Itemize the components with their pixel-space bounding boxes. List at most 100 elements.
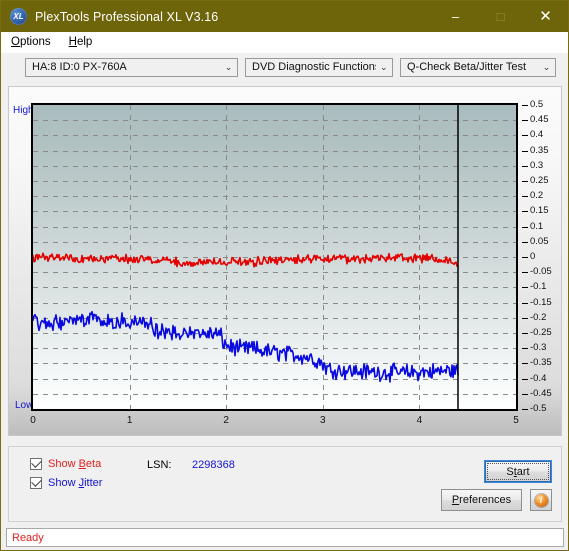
start-button[interactable]: St art xyxy=(484,460,552,483)
selector-toolbar: HA:8 ID:0 PX-760A ⌄ DVD Diagnostic Funct… xyxy=(1,53,568,81)
test-select[interactable]: Q-Check Beta/Jitter Test ⌄ xyxy=(400,57,556,77)
y-axis-tick-label: -0.45 xyxy=(530,387,552,399)
show-beta-label-post: eta xyxy=(85,458,102,470)
check-icon xyxy=(30,476,42,487)
lsn-value: 2298368 xyxy=(192,459,235,471)
minimize-icon[interactable]: – xyxy=(433,1,478,32)
preferences-button[interactable]: Preferences xyxy=(441,489,522,511)
y-axis-tick-mark xyxy=(522,120,528,122)
y-axis-tick-mark xyxy=(522,105,528,106)
y-axis-tick-label: 0 xyxy=(530,251,536,262)
y-axis-tick-label: 0.5 xyxy=(530,99,544,110)
xl-app-icon: XL xyxy=(10,8,27,25)
status-bar: Ready xyxy=(6,528,564,547)
y-axis-tick-mark xyxy=(522,409,528,410)
show-jitter-label-pre: Show xyxy=(48,477,79,489)
controls-panel: Show Beta Show Jitter LSN: 2298368 St art… xyxy=(8,446,562,522)
show-jitter-checkbox[interactable] xyxy=(30,476,42,489)
show-jitter-row[interactable]: Show Jitter xyxy=(30,476,103,489)
start-button-post: art xyxy=(516,465,530,478)
y-axis-tick-label: 0.15 xyxy=(530,205,549,217)
show-jitter-label-post: itter xyxy=(84,477,103,489)
y-axis-tick-label: 0.35 xyxy=(530,144,549,156)
y-axis-tick-label: 0.4 xyxy=(530,129,544,141)
y-axis-tick-label: -0.05 xyxy=(530,266,552,278)
y-axis-tick-mark xyxy=(522,196,528,198)
drive-select[interactable]: HA:8 ID:0 PX-760A ⌄ xyxy=(25,57,238,77)
x-axis-tick-label: 2 xyxy=(223,415,229,426)
y-axis-tick-mark xyxy=(522,211,528,213)
x-axis-tick-label: 3 xyxy=(320,415,326,426)
chart-panel: High Low 0.5 0.45 0.4 0.35 0.3 0.25 0.2 0.15 0.1… xyxy=(8,86,562,436)
y-axis-tick-mark xyxy=(522,165,528,167)
y-axis-tick-mark xyxy=(522,272,528,274)
y-axis-tick-mark xyxy=(522,287,528,289)
plot-area[interactable] xyxy=(31,103,518,411)
start-button-inner: St art xyxy=(487,463,549,480)
show-beta-label-pre: Show xyxy=(48,458,79,470)
x-axis-tick-label: 1 xyxy=(126,415,133,426)
y-axis-tick-label: -0.15 xyxy=(530,296,552,308)
show-beta-label-mnemonic: B xyxy=(78,458,86,470)
chevron-down-icon[interactable]: ⌄ xyxy=(220,59,237,76)
y-axis-tick-label: 0.05 xyxy=(530,235,549,247)
y-axis-tick-label: -0.3 xyxy=(530,342,547,354)
menu-item-options-rest: ptions xyxy=(19,36,51,48)
y-axis-tick-mark xyxy=(522,317,528,319)
x-axis-tick-label: 4 xyxy=(416,415,423,426)
preferences-button-mnemonic: P xyxy=(451,494,460,506)
lsn-label: LSN: xyxy=(147,459,172,471)
y-axis-tick-label: 0.25 xyxy=(530,175,549,186)
y-axis-tick-label: 0.45 xyxy=(530,114,549,126)
y-axis-tick-label: -0.25 xyxy=(530,327,552,338)
y-axis-tick-label: -0.1 xyxy=(530,281,547,293)
test-select-value: Q-Check Beta/Jitter Test xyxy=(407,61,527,73)
x-axis-tick-label: 5 xyxy=(513,415,519,426)
y-axis-tick-label: 0.1 xyxy=(530,220,544,232)
plot-svg xyxy=(33,105,516,409)
window-controls: – □ ✕ xyxy=(433,1,568,32)
x-axis-labels: 0 1 2 3 4 5 xyxy=(30,413,519,433)
chevron-down-icon[interactable]: ⌄ xyxy=(376,59,392,76)
y-axis-tick-mark xyxy=(522,150,528,152)
y-axis-tick-mark xyxy=(522,241,528,243)
title-bar: XL PlexTools Professional XL V3.16 – □ ✕ xyxy=(1,1,568,32)
y-axis-tick-mark xyxy=(522,257,528,258)
y-axis-tick-label: -0.5 xyxy=(530,403,547,414)
check-icon xyxy=(30,457,42,468)
start-button-pre: S xyxy=(506,465,514,478)
y-axis-tick-mark xyxy=(522,302,528,304)
window-title: PlexTools Professional XL V3.16 xyxy=(35,9,219,24)
preferences-button-post: references xyxy=(459,494,512,506)
y-axis-tick-mark xyxy=(522,226,528,228)
menu-item-help-rest: elp xyxy=(76,36,93,48)
y-axis-tick-mark xyxy=(522,333,528,334)
y-axis-tick-label: 0.3 xyxy=(530,159,544,171)
chevron-down-icon[interactable]: ⌄ xyxy=(538,59,555,76)
y-axis-tick-label: -0.2 xyxy=(530,311,547,323)
y-axis-tick-mark xyxy=(522,378,528,380)
function-select[interactable]: DVD Diagnostic Functions ⌄ xyxy=(245,57,393,77)
info-icon: i xyxy=(534,493,548,507)
show-beta-label: Show Beta xyxy=(48,458,101,470)
drive-select-value: HA:8 ID:0 PX-760A xyxy=(32,61,127,73)
y-axis-tick-mark xyxy=(522,348,528,350)
show-beta-row[interactable]: Show Beta xyxy=(30,457,101,470)
menu-bar: Options Help xyxy=(1,32,568,53)
y-axis-tick-mark xyxy=(522,393,528,395)
xl-app-icon-text: XL xyxy=(13,12,24,21)
info-button[interactable]: i xyxy=(530,489,552,511)
y-axis-labels: 0.5 0.45 0.4 0.35 0.3 0.25 0.2 0.15 0.1 0.05 0 -0.0… xyxy=(522,99,562,417)
y-axis-tick-label: -0.4 xyxy=(530,372,547,384)
y-axis-tick-label: 0.2 xyxy=(530,190,544,202)
maximize-icon[interactable]: □ xyxy=(478,1,523,32)
y-axis-tick-label: -0.35 xyxy=(530,357,552,369)
y-axis-tick-mark xyxy=(522,181,528,182)
x-axis-tick-label: 0 xyxy=(30,415,36,426)
menu-item-options[interactable]: Options xyxy=(3,32,59,53)
y-axis-tick-mark xyxy=(522,135,528,137)
close-icon[interactable]: ✕ xyxy=(523,1,568,32)
menu-item-help[interactable]: Help xyxy=(61,32,101,53)
show-beta-checkbox[interactable] xyxy=(30,457,42,470)
status-text: Ready xyxy=(12,531,44,544)
